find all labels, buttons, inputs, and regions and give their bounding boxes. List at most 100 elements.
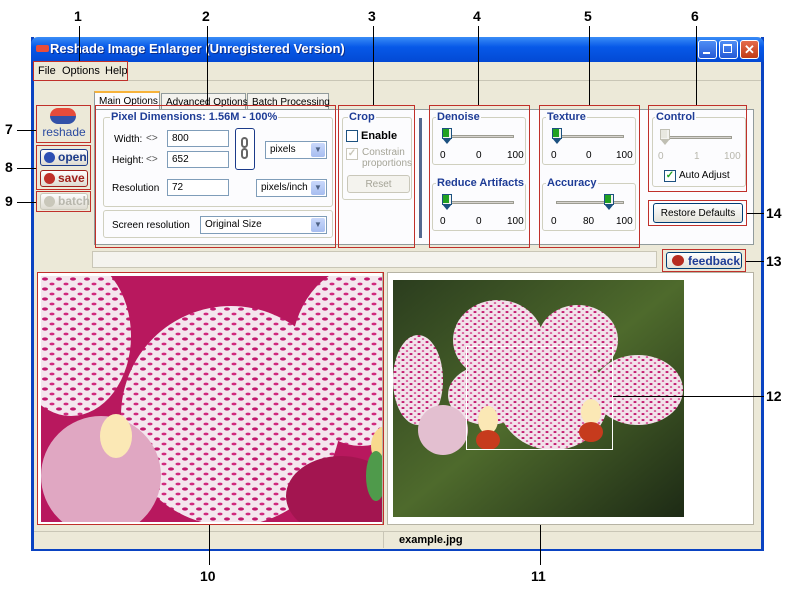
denoise-min: 0 (440, 150, 446, 161)
leader-4 (478, 26, 479, 105)
height-input[interactable]: 652 (167, 151, 229, 168)
feedback-button[interactable]: feedback (666, 252, 742, 269)
save-icon (44, 173, 55, 184)
callout-5: 5 (584, 8, 592, 24)
leader-14 (747, 213, 764, 214)
constrain-label-2: proportions (362, 158, 413, 169)
window-title: Reshade Image Enlarger (Unregistered Ver… (50, 41, 345, 56)
callout-2: 2 (202, 8, 210, 24)
chevron-down-icon: ▼ (311, 181, 325, 195)
accuracy-min: 0 (551, 216, 557, 227)
texture-value: 0 (586, 150, 592, 161)
accuracy-title: Accuracy (546, 177, 598, 189)
reduce-artifacts-max: 100 (507, 216, 524, 227)
leader-1 (79, 26, 80, 61)
source-image[interactable] (41, 276, 382, 522)
preview-image[interactable] (393, 280, 684, 517)
callout-7: 7 (5, 121, 13, 137)
leader-6 (696, 26, 697, 105)
tab-batch-processing[interactable]: Batch Processing (247, 93, 330, 110)
denoise-title: Denoise (436, 111, 481, 123)
leader-9 (17, 202, 36, 203)
close-button[interactable]: ✕ (740, 40, 759, 59)
chevron-down-icon: ▼ (311, 143, 325, 157)
pixel-dimensions-title: Pixel Dimensions: 1.56M - 100% (110, 111, 279, 123)
height-label: Height: (112, 155, 144, 166)
leader-7 (17, 130, 36, 131)
auto-adjust-label: Auto Adjust (679, 170, 730, 181)
reduce-artifacts-title: Reduce Artifacts (436, 177, 526, 189)
menu-file[interactable]: File (38, 65, 56, 77)
ladybug-icon (672, 255, 684, 266)
reduce-artifacts-slider-thumb[interactable] (442, 194, 452, 210)
accuracy-slider-thumb[interactable] (604, 194, 614, 210)
texture-max: 100 (616, 150, 633, 161)
callout-10: 10 (200, 568, 216, 584)
denoise-slider-track[interactable] (446, 135, 514, 138)
zoom-selection-rectangle[interactable] (466, 346, 613, 450)
denoise-max: 100 (507, 150, 524, 161)
resolution-input[interactable]: 72 (167, 179, 229, 196)
open-icon (44, 152, 55, 163)
minimize-button[interactable] (698, 40, 717, 59)
control-slider-track[interactable] (664, 136, 732, 139)
crop-title: Crop (348, 111, 376, 123)
app-icon (36, 45, 49, 52)
open-button[interactable]: open (40, 149, 88, 166)
denoise-value: 0 (476, 150, 482, 161)
callout-14: 14 (766, 205, 782, 221)
leader-2 (207, 26, 208, 105)
control-slider-thumb[interactable] (660, 129, 670, 145)
leader-11 (540, 525, 541, 565)
screen-resolution-select[interactable]: Original Size ▼ (200, 216, 327, 234)
tab-advanced-options[interactable]: Advanced Options (161, 93, 248, 110)
callout-9: 9 (5, 193, 13, 209)
status-filename: example.jpg (399, 534, 463, 546)
orchid-closeup-image (41, 276, 382, 522)
reduce-artifacts-value: 0 (476, 216, 482, 227)
save-button[interactable]: save (40, 170, 88, 187)
unit-select[interactable]: pixels ▼ (265, 141, 327, 159)
crop-enable-label: Enable (361, 130, 398, 142)
status-divider (383, 532, 384, 548)
menu-help[interactable]: Help (105, 65, 128, 77)
texture-slider-track[interactable] (556, 135, 624, 138)
texture-title: Texture (546, 111, 587, 123)
reduce-artifacts-slider-track[interactable] (446, 201, 514, 204)
callout-13: 13 (766, 253, 782, 269)
auto-adjust-checkbox[interactable]: ✓ (664, 170, 676, 182)
texture-min: 0 (551, 150, 557, 161)
crop-reset-button[interactable]: Reset (347, 175, 410, 193)
resolution-unit-select[interactable]: pixels/inch ▼ (256, 179, 327, 197)
accuracy-value: 80 (583, 216, 595, 227)
leader-13 (746, 261, 764, 262)
control-min: 0 (658, 151, 664, 162)
callout-1: 1 (74, 8, 82, 24)
batch-icon (44, 196, 55, 207)
callout-4: 4 (473, 8, 481, 24)
width-input[interactable]: 800 (167, 130, 229, 147)
restore-defaults-button[interactable]: Restore Defaults (653, 203, 743, 223)
logo-text: reshade (42, 125, 86, 139)
width-link-icon: <> (146, 133, 158, 144)
chain-link-icon[interactable] (235, 128, 255, 170)
texture-slider-thumb[interactable] (552, 128, 562, 144)
callout-11: 11 (531, 568, 546, 584)
batch-button[interactable]: batch (40, 193, 90, 210)
tab-main-options[interactable]: Main Options (94, 91, 160, 110)
logo-icon (50, 108, 76, 124)
chevron-down-icon: ▼ (311, 218, 325, 232)
denoise-slider-thumb[interactable] (442, 128, 452, 144)
status-bar (34, 531, 761, 549)
callout-12: 12 (766, 388, 782, 404)
crop-enable-checkbox[interactable] (346, 130, 358, 142)
width-label: Width: (114, 134, 143, 145)
accuracy-max: 100 (616, 216, 633, 227)
constrain-proportions-checkbox[interactable]: ✓ (346, 148, 358, 160)
menu-options[interactable]: Options (62, 65, 100, 77)
leader-5 (589, 26, 590, 105)
constrain-label-1: Constrain (362, 147, 405, 158)
screen-resolution-label: Screen resolution (112, 220, 190, 231)
leader-8 (17, 168, 36, 169)
maximize-button[interactable] (719, 40, 738, 59)
